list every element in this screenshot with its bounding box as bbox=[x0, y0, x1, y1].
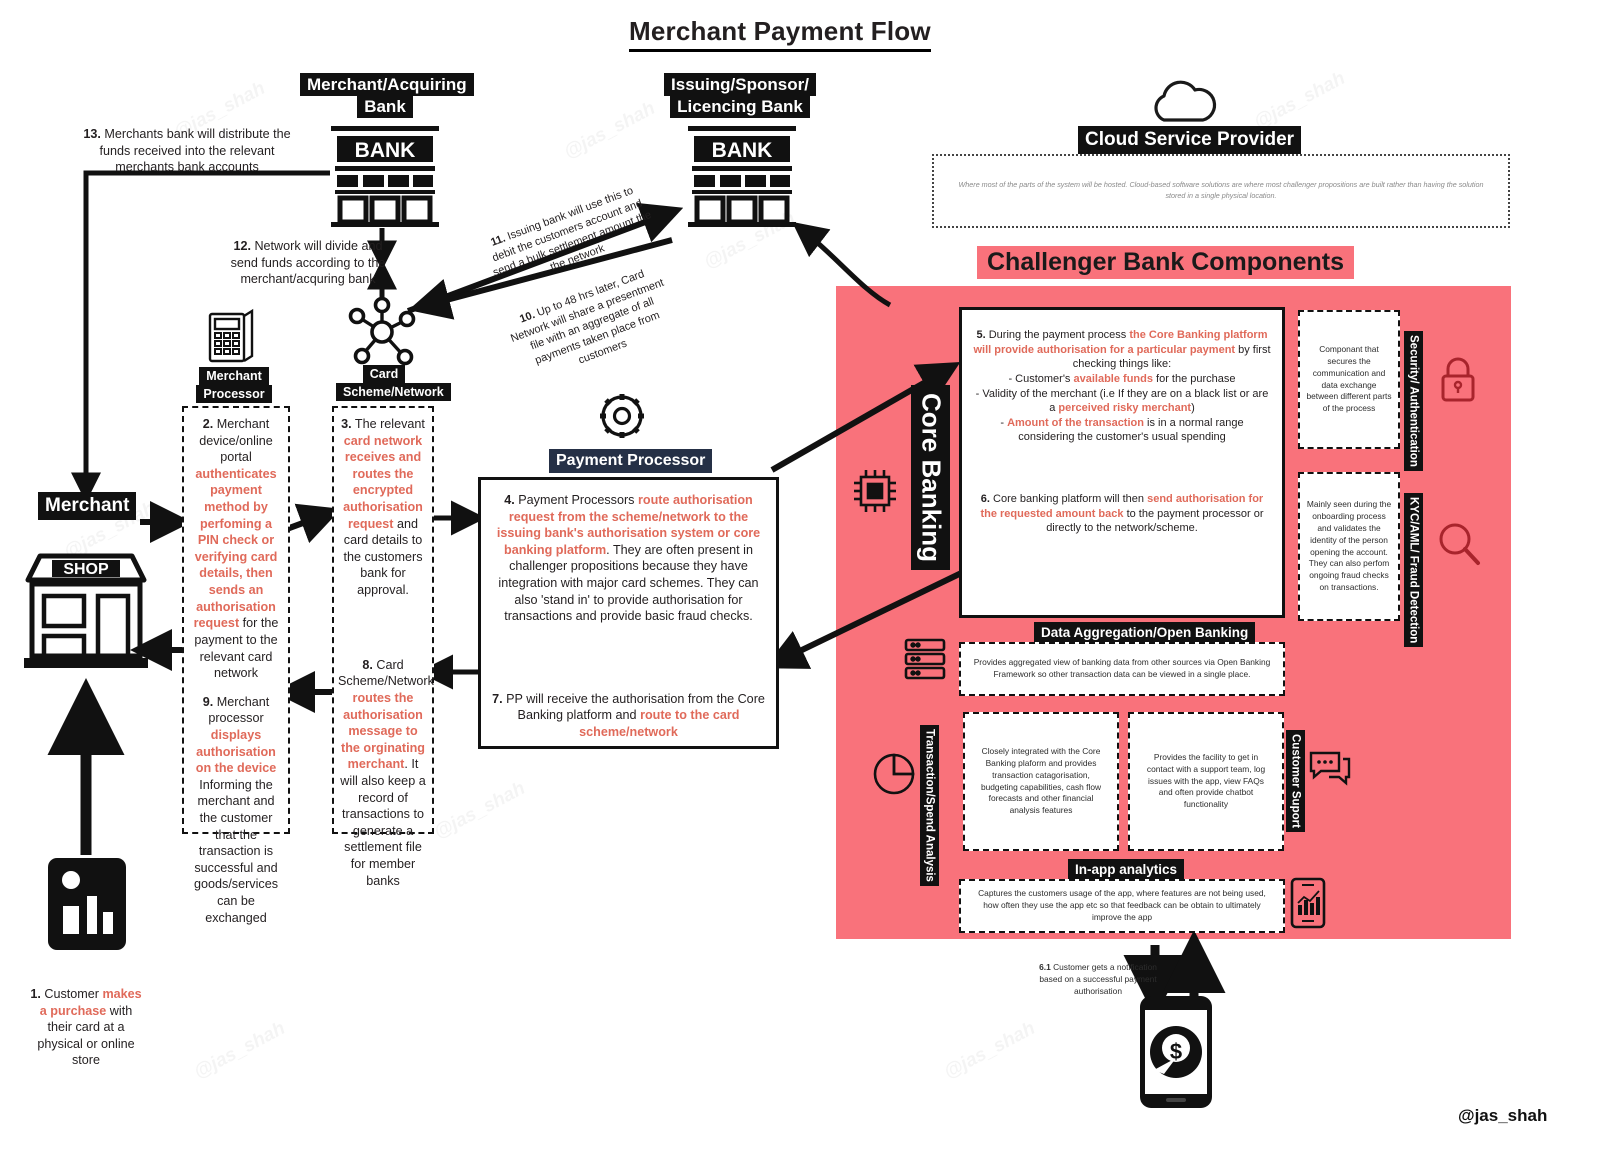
step-5-number: 5. bbox=[976, 329, 986, 341]
transaction-spend-analysis-box: Closely integrated with the Core Banking… bbox=[963, 712, 1119, 851]
kyc-aml-desc: Mainly seen during the onboarding proces… bbox=[1306, 498, 1392, 593]
step-5-caption: 5. During the payment process the Core B… bbox=[973, 329, 1271, 444]
step-6-number: 6. bbox=[980, 493, 990, 505]
merchant-processor-label: Merchant Processor bbox=[196, 367, 272, 403]
core-banking-box: 5. During the payment process the Core B… bbox=[959, 307, 1285, 618]
pie-chart-icon bbox=[872, 752, 916, 796]
step-13-number: 13. bbox=[83, 127, 101, 141]
step-13-caption: 13. Merchants bank will distribute the f… bbox=[78, 126, 296, 176]
step-1-caption: 1. Customer makes a purchase with their … bbox=[30, 987, 142, 1068]
svg-text:BANK: BANK bbox=[355, 139, 416, 162]
customer-support-label: Customer Suport bbox=[1286, 730, 1305, 832]
step-2-number: 2. bbox=[202, 417, 214, 431]
chip-icon bbox=[850, 465, 900, 517]
data-aggregation-label: Data Aggregation/Open Banking bbox=[1034, 622, 1256, 644]
svg-text:SHOP: SHOP bbox=[63, 561, 109, 578]
merchant-label: Merchant bbox=[38, 492, 137, 521]
svg-text:$: $ bbox=[1170, 1039, 1182, 1064]
security-authentication-desc: Componant that secures the communication… bbox=[1306, 343, 1392, 414]
payment-card-icon bbox=[48, 858, 126, 950]
step-8-caption: 8. Card Scheme/Network routes the author… bbox=[338, 657, 434, 888]
issuing-sponsor-bank-icon: BANK bbox=[688, 126, 796, 227]
card-scheme-network-icon bbox=[347, 296, 417, 368]
cloud-icon bbox=[1146, 78, 1218, 124]
data-aggregation-box: Provides aggregated view of banking data… bbox=[959, 642, 1285, 696]
step-2-caption: 2. Merchant device/online portal authent… bbox=[193, 417, 279, 681]
challenger-bank-components-title: Challenger Bank Components bbox=[987, 248, 1344, 276]
gear-icon bbox=[596, 390, 648, 442]
step-6-1-caption: 6.1 Customer gets a notification based o… bbox=[1030, 962, 1166, 998]
step-3-number: 3. bbox=[341, 417, 352, 431]
step-12-caption: 12. Network will divide and send funds a… bbox=[228, 238, 388, 288]
svg-text:BANK: BANK bbox=[712, 139, 773, 162]
cloud-service-provider-label: Cloud Service Provider bbox=[1078, 126, 1302, 155]
customer-support-box: Provides the facility to get in contact … bbox=[1128, 712, 1284, 851]
magnifier-icon bbox=[1438, 522, 1482, 568]
cloud-description: Where most of the parts of the system wi… bbox=[958, 180, 1484, 200]
transaction-spend-analysis-label: Transaction/Spend Analysis bbox=[920, 725, 939, 886]
step-13-text: Merchants bank will distribute the funds… bbox=[99, 127, 291, 175]
chat-icon bbox=[1308, 748, 1352, 788]
step-4-number: 4. bbox=[504, 493, 515, 507]
step-7-number: 7. bbox=[492, 691, 503, 706]
step-1-number: 1. bbox=[30, 987, 41, 1001]
merchant-acquiring-bank-icon: BANK bbox=[331, 126, 439, 227]
transaction-spend-analysis-desc: Closely integrated with the Core Banking… bbox=[980, 745, 1102, 816]
shop-icon: SHOP bbox=[22, 540, 150, 675]
step-7-caption: 7. PP will receive the authorisation fro… bbox=[492, 691, 765, 740]
lock-icon bbox=[1438, 356, 1478, 402]
merchant-processor-steps-box: 2. Merchant device/online portal authent… bbox=[182, 406, 290, 925]
merchant-processor-icon bbox=[208, 308, 260, 364]
server-icon bbox=[904, 638, 948, 680]
core-banking-label: Core Banking bbox=[911, 385, 951, 571]
in-app-analytics-desc: Captures the customers usage of the app,… bbox=[978, 888, 1266, 922]
in-app-analytics-box: Captures the customers usage of the app,… bbox=[959, 879, 1285, 933]
step-8-number: 8. bbox=[362, 657, 373, 672]
cloud-description-box: Where most of the parts of the system wi… bbox=[932, 154, 1510, 228]
step-12-text: Network will divide and send funds accor… bbox=[230, 239, 386, 287]
step-3-caption: 3. The relevant card network receives an… bbox=[341, 417, 425, 598]
issuing-sponsor-bank-label: Issuing/Sponsor/ Licencing Bank bbox=[664, 73, 816, 118]
step-6-1-text: Customer gets a notification based on a … bbox=[1039, 962, 1157, 996]
merchant-acquiring-bank-label: Merchant/Acquiring Bank bbox=[300, 73, 474, 118]
kyc-aml-label: KYC/AML/ Fraud Detection bbox=[1404, 493, 1423, 648]
payment-processor-box: 4. Payment Processors route authorisatio… bbox=[478, 477, 779, 749]
mobile-analytics-icon bbox=[1290, 877, 1326, 929]
step-6-1-number: 6.1 bbox=[1039, 962, 1051, 972]
step-6-caption: 6. Core banking platform will then send … bbox=[980, 493, 1264, 535]
mobile-phone-icon: $ bbox=[1140, 996, 1212, 1108]
security-authentication-label: Security/ Authentication bbox=[1404, 331, 1423, 471]
author-signature: @jas_shah bbox=[1458, 1106, 1548, 1125]
step-4-caption: 4. Payment Processors route authorisatio… bbox=[496, 493, 761, 624]
data-aggregation-desc: Provides aggregated view of banking data… bbox=[973, 657, 1271, 679]
security-authentication-box: Componant that secures the communication… bbox=[1298, 310, 1400, 449]
payment-processor-label: Payment Processor bbox=[549, 449, 713, 474]
kyc-aml-box: Mainly seen during the onboarding proces… bbox=[1298, 472, 1400, 621]
step-9-caption: 9. Merchant processor displays authorisa… bbox=[194, 694, 278, 925]
card-scheme-steps-box: 3. The relevant card network receives an… bbox=[332, 406, 434, 888]
customer-support-desc: Provides the facility to get in contact … bbox=[1146, 751, 1266, 810]
in-app-analytics-label: In-app analytics bbox=[1068, 859, 1185, 881]
step-12-number: 12. bbox=[233, 239, 251, 253]
step-9-number: 9. bbox=[202, 694, 214, 709]
